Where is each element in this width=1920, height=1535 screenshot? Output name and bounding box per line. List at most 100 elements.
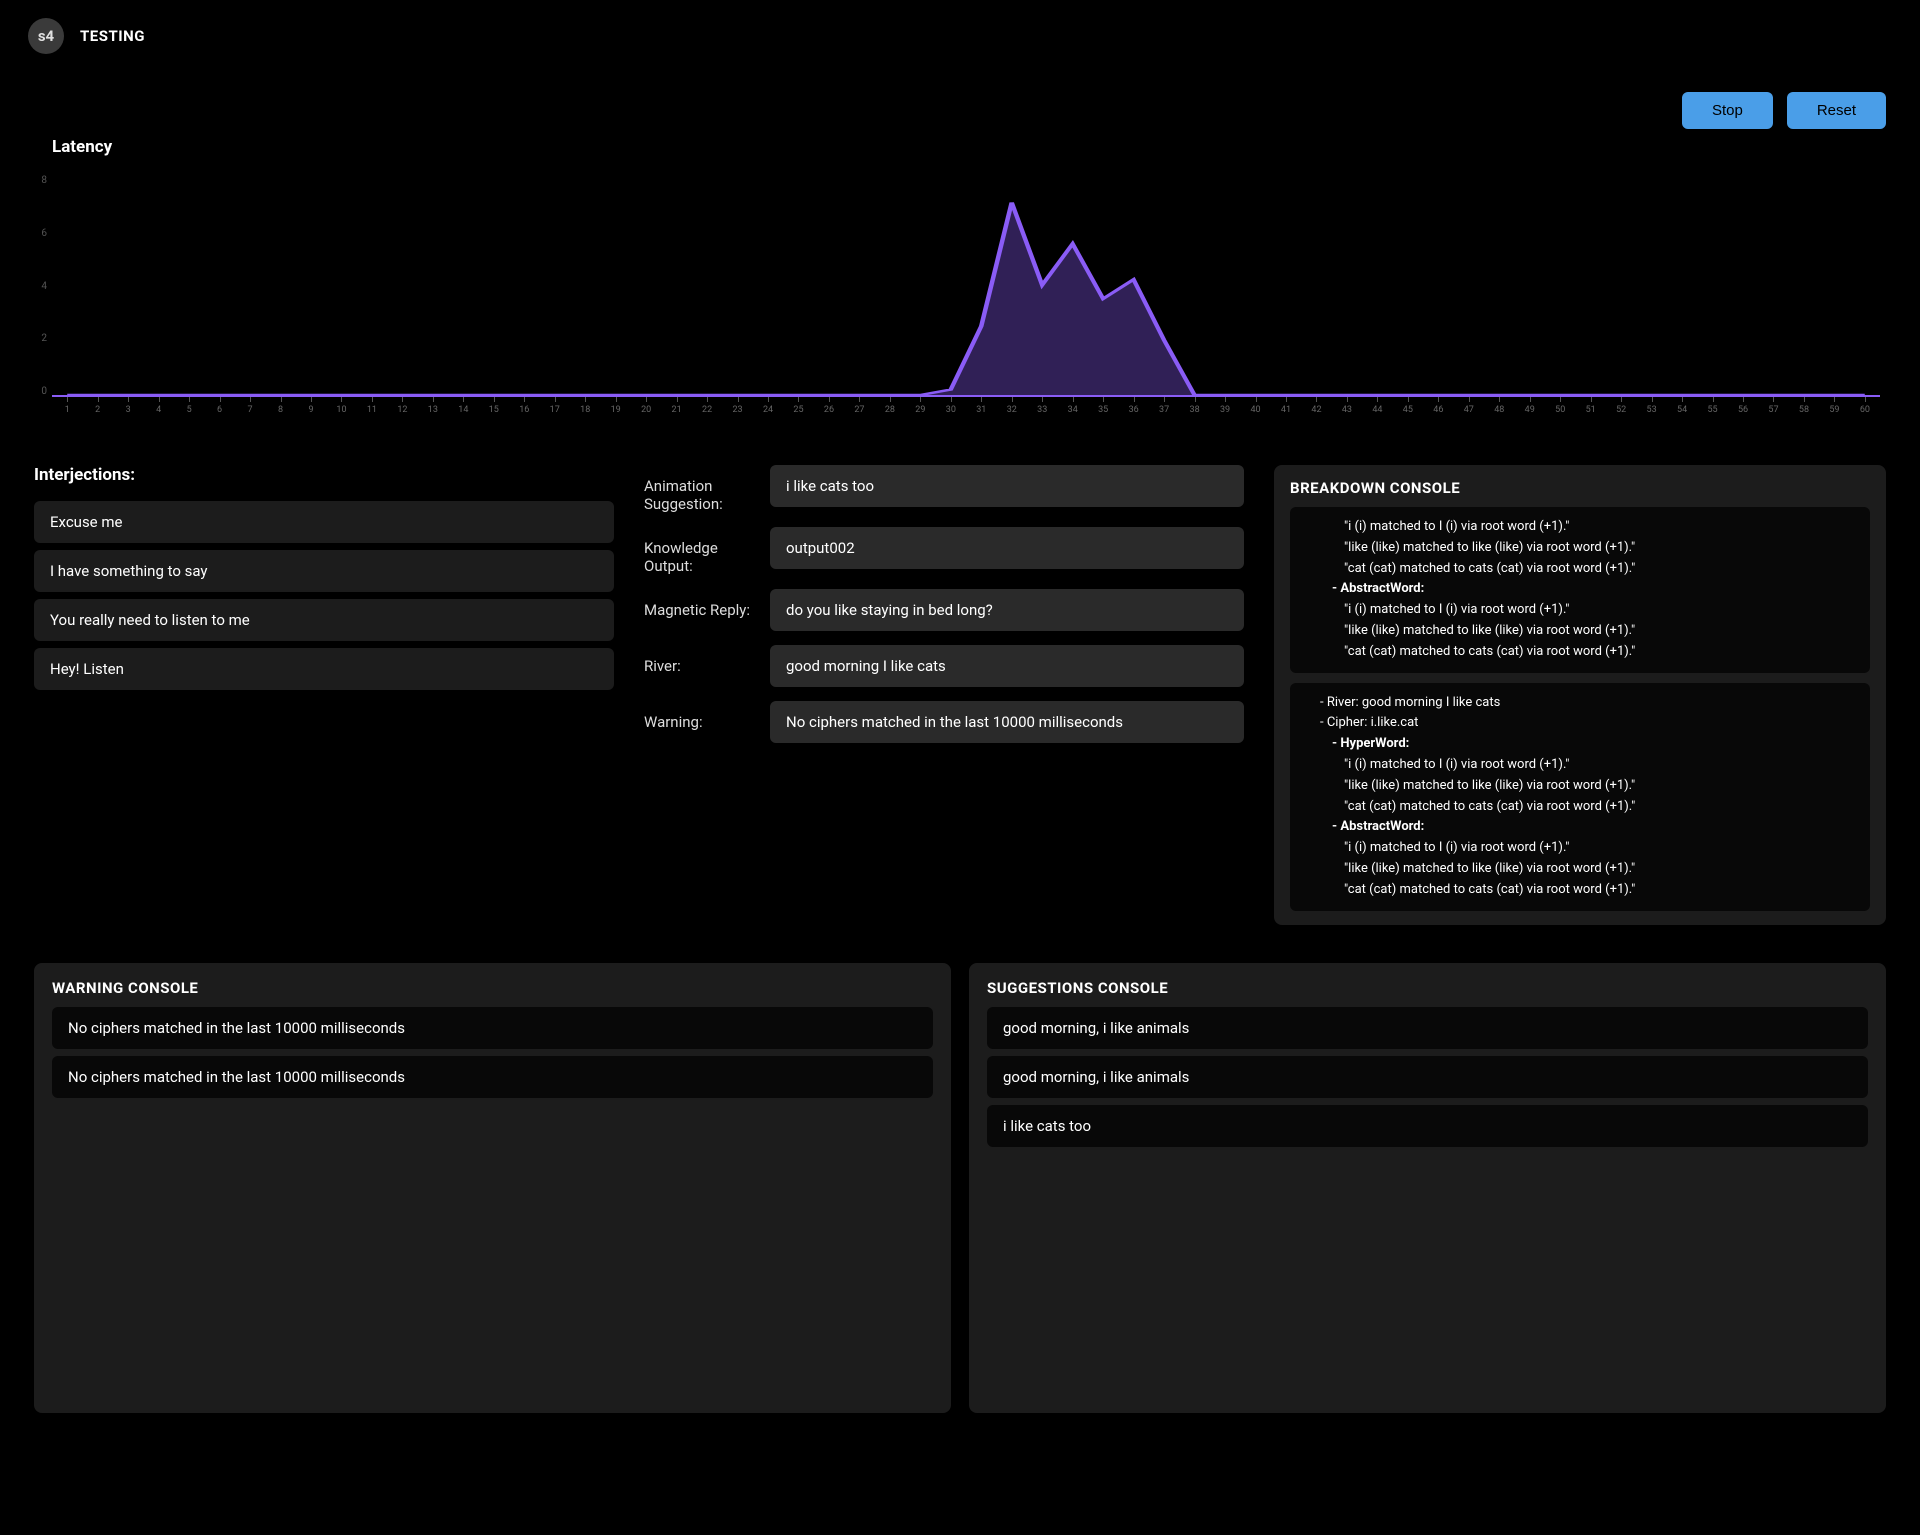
x-tick: 60 (1850, 397, 1880, 421)
interjection-item[interactable]: You really need to listen to me (34, 599, 614, 641)
x-tick: 43 (1332, 397, 1362, 421)
breakdown-line: "like (like) matched to like (like) via … (1304, 859, 1856, 880)
x-tick: 57 (1758, 397, 1788, 421)
x-tick: 47 (1454, 397, 1484, 421)
x-tick: 33 (1027, 397, 1057, 421)
suggestion-item: i like cats too (987, 1105, 1868, 1147)
magnetic-reply-value: do you like staying in bed long? (770, 589, 1244, 631)
mid-section: Interjections: Excuse me I have something… (0, 445, 1920, 945)
chart-area-fill (67, 203, 1865, 396)
kv-row-knowledge: Knowledge Output: output002 (644, 527, 1244, 575)
breakdown-line: - AbstractWord: (1304, 579, 1856, 600)
x-tick: 17 (540, 397, 570, 421)
kv-label: Warning: (644, 701, 754, 731)
x-tick: 49 (1515, 397, 1545, 421)
x-tick: 31 (966, 397, 996, 421)
kv-section: Animation Suggestion: i like cats too Kn… (644, 465, 1244, 925)
suggestion-item: good morning, i like animals (987, 1056, 1868, 1098)
y-tick: 0 (27, 386, 47, 397)
x-tick: 3 (113, 397, 143, 421)
x-tick: 5 (174, 397, 204, 421)
warning-item: No ciphers matched in the last 10000 mil… (52, 1056, 933, 1098)
interjections-title: Interjections: (34, 465, 614, 485)
warning-console-list: No ciphers matched in the last 10000 mil… (52, 1007, 933, 1098)
x-tick: 19 (600, 397, 630, 421)
x-tick: 40 (1240, 397, 1270, 421)
y-tick: 2 (27, 333, 47, 344)
x-tick: 51 (1575, 397, 1605, 421)
breakdown-line: "i (i) matched to I (i) via root word (+… (1304, 517, 1856, 538)
app-header: s4 TESTING (0, 0, 1920, 72)
warning-console: WARNING CONSOLE No ciphers matched in th… (34, 963, 951, 1413)
x-tick: 28 (875, 397, 905, 421)
x-tick: 48 (1484, 397, 1514, 421)
warning-console-title: WARNING CONSOLE (52, 979, 933, 997)
x-tick: 29 (905, 397, 935, 421)
suggestions-console-list: good morning, i like animalsgood morning… (987, 1007, 1868, 1147)
interjection-item[interactable]: Excuse me (34, 501, 614, 543)
breakdown-title: BREAKDOWN CONSOLE (1290, 479, 1870, 497)
breakdown-line: - Cipher: i.like.cat (1304, 713, 1856, 734)
x-tick: 15 (479, 397, 509, 421)
bottom-section: WARNING CONSOLE No ciphers matched in th… (0, 945, 1920, 1431)
knowledge-output-value: output002 (770, 527, 1244, 569)
interjection-item[interactable]: Hey! Listen (34, 648, 614, 690)
breakdown-block: - River: good morning I like cats- Ciphe… (1290, 683, 1870, 911)
x-tick: 44 (1362, 397, 1392, 421)
x-tick: 54 (1667, 397, 1697, 421)
x-tick: 59 (1819, 397, 1849, 421)
x-tick: 6 (204, 397, 234, 421)
interjection-item[interactable]: I have something to say (34, 550, 614, 592)
x-tick: 58 (1789, 397, 1819, 421)
latency-chart-section: Latency 86420 12345678910111213141516171… (0, 137, 1920, 445)
chart-plot-area (52, 175, 1880, 397)
x-tick: 45 (1393, 397, 1423, 421)
x-tick: 55 (1697, 397, 1727, 421)
chart-y-axis: 86420 (27, 175, 47, 397)
breakdown-line: "cat (cat) matched to cats (cat) via roo… (1304, 559, 1856, 580)
animation-suggestion-value: i like cats too (770, 465, 1244, 507)
chart-container: 86420 1234567891011121314151617181920212… (52, 175, 1880, 425)
breakdown-line: "like (like) matched to like (like) via … (1304, 621, 1856, 642)
breakdown-line: - AbstractWord: (1304, 817, 1856, 838)
x-tick: 21 (661, 397, 691, 421)
chart-svg (52, 175, 1880, 395)
x-tick: 18 (570, 397, 600, 421)
breakdown-line: "like (like) matched to like (like) via … (1304, 776, 1856, 797)
breakdown-line: "cat (cat) matched to cats (cat) via roo… (1304, 642, 1856, 663)
x-tick: 53 (1636, 397, 1666, 421)
x-tick: 11 (357, 397, 387, 421)
y-tick: 8 (27, 175, 47, 186)
kv-row-animation: Animation Suggestion: i like cats too (644, 465, 1244, 513)
x-tick: 20 (631, 397, 661, 421)
x-tick: 36 (1118, 397, 1148, 421)
x-tick: 52 (1606, 397, 1636, 421)
logo-badge: s4 (28, 18, 64, 54)
x-tick: 16 (509, 397, 539, 421)
breakdown-line: "i (i) matched to I (i) via root word (+… (1304, 600, 1856, 621)
stop-button[interactable]: Stop (1682, 92, 1773, 129)
breakdown-line: "like (like) matched to like (like) via … (1304, 538, 1856, 559)
breakdown-line: - HyperWord: (1304, 734, 1856, 755)
breakdown-line: "cat (cat) matched to cats (cat) via roo… (1304, 880, 1856, 901)
x-tick: 2 (82, 397, 112, 421)
chart-title: Latency (52, 137, 1880, 157)
breakdown-line: "i (i) matched to I (i) via root word (+… (1304, 755, 1856, 776)
x-tick: 7 (235, 397, 265, 421)
kv-row-magnetic: Magnetic Reply: do you like staying in b… (644, 589, 1244, 631)
x-tick: 27 (844, 397, 874, 421)
x-tick: 42 (1301, 397, 1331, 421)
x-tick: 34 (1057, 397, 1087, 421)
reset-button[interactable]: Reset (1787, 92, 1886, 129)
breakdown-line: "i (i) matched to I (i) via root word (+… (1304, 838, 1856, 859)
x-tick: 41 (1271, 397, 1301, 421)
x-tick: 26 (814, 397, 844, 421)
x-tick: 39 (1210, 397, 1240, 421)
breakdown-line: - River: good morning I like cats (1304, 693, 1856, 714)
y-tick: 4 (27, 281, 47, 292)
warning-item: No ciphers matched in the last 10000 mil… (52, 1007, 933, 1049)
interjections-panel: Interjections: Excuse me I have something… (34, 465, 614, 925)
breakdown-body: "i (i) matched to I (i) via root word (+… (1290, 507, 1870, 911)
x-tick: 32 (997, 397, 1027, 421)
x-tick: 35 (1088, 397, 1118, 421)
